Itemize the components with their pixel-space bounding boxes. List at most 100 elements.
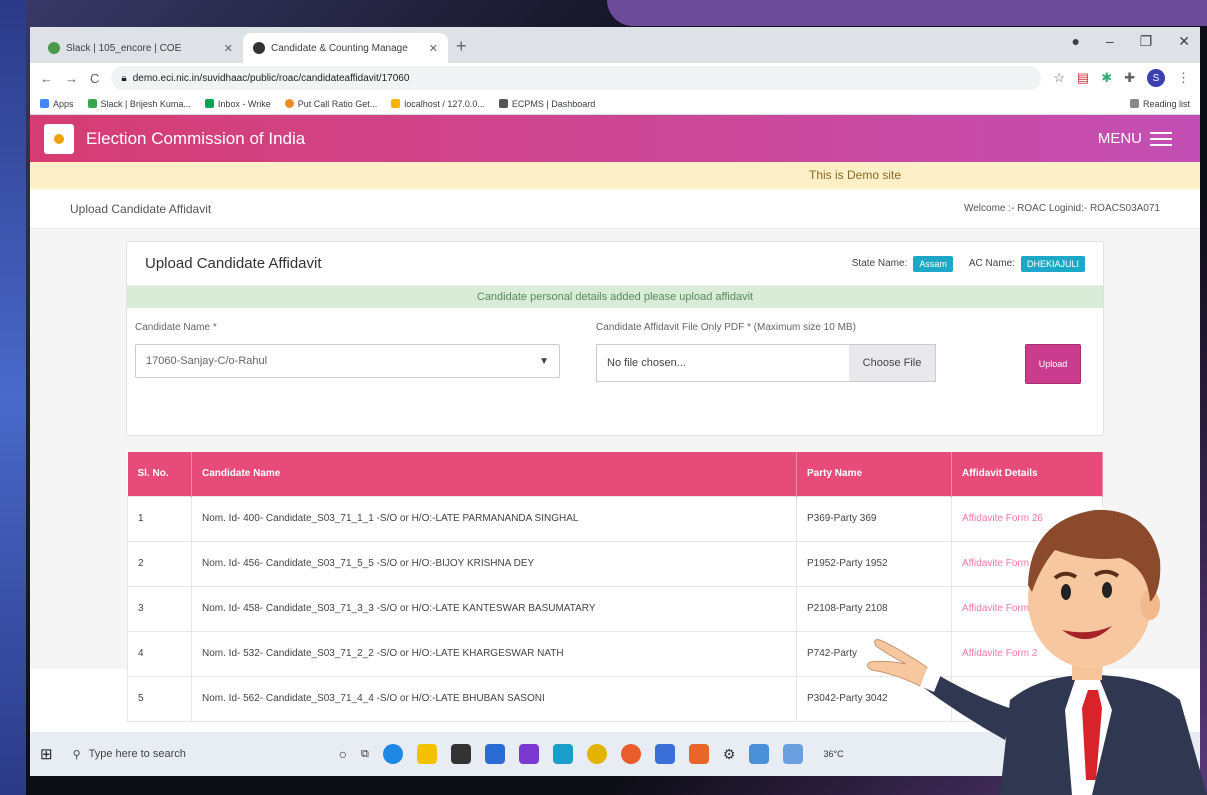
header-candidate-name: Candidate Name [191,452,797,496]
cell-sl-no: 3 [127,585,192,632]
back-icon[interactable]: ← [40,71,53,86]
bookmark-wrike[interactable]: Inbox - Wrike [204,98,271,109]
app-icon[interactable] [783,744,804,764]
slack-icon [87,99,97,108]
tab-candidate-counting[interactable]: Candidate & Counting Manage ✕ [243,33,448,63]
new-tab-icon[interactable]: + [456,36,467,57]
app-icon[interactable] [749,744,770,764]
app-icon[interactable] [688,744,709,764]
ac-label: AC Name: [968,258,1015,269]
maximize-icon[interactable]: ❐ [1140,33,1153,50]
profile-avatar[interactable]: S [1147,69,1165,87]
url-text: demo.eci.nic.in/suvidhaac/public/roac/ca… [132,72,410,84]
card-title: Upload Candidate Affidavit [145,255,322,272]
slack-icon [48,42,60,54]
edge-icon[interactable] [382,744,403,764]
window-controls: ● – ❐ ✕ [1071,33,1190,50]
settings-icon[interactable]: ⚙ [723,746,736,763]
tab-slack[interactable]: Slack | 105_encore | COE ✕ [38,33,243,63]
upload-form: Candidate Name * 17060-Sanjay-C/o-Rahul … [127,308,1103,384]
decorative-top-band [607,0,1207,26]
forward-icon[interactable]: → [65,71,78,86]
extension-icons: ☆ ▤ ✱ ✚ S ⋮ [1053,69,1190,87]
bookmark-localhost[interactable]: localhost / 127.0.0... [391,99,485,109]
bookmark-apps[interactable]: Apps [40,99,74,109]
bookmarks-bar: Apps Slack | Brijesh Kuma... Inbox - Wri… [30,93,1200,115]
record-icon[interactable]: ● [1071,33,1079,50]
cell-candidate-name: Nom. Id- 562- Candidate_S03_71_4_4 -S/O … [191,675,797,722]
reading-list-label: Reading list [1142,98,1190,109]
extension-icon[interactable]: ✱ [1101,70,1112,86]
choose-file-button[interactable]: Choose File [849,345,935,381]
extension-icon[interactable]: ▤ [1077,70,1089,86]
bookmark-slack[interactable]: Slack | Brijesh Kuma... [87,98,191,109]
site-header: Election Commission of India MENU [30,115,1200,162]
bookmark-label: Apps [53,98,74,109]
cell-sl-no: 4 [127,630,192,677]
apps-icon [40,99,49,108]
app-icon[interactable] [654,744,675,764]
state-badge: Assam [913,255,953,272]
cartoon-presenter-illustration [866,509,1207,795]
upload-card: Upload Candidate Affidavit State Name: A… [126,241,1104,436]
bookmark-label: localhost / 127.0.0... [404,98,485,109]
check-icon [204,99,214,108]
reading-list-icon [1129,99,1139,108]
eci-logo[interactable] [44,123,74,154]
windows-start-icon[interactable]: ⊞ [40,745,53,763]
menu-label: MENU [1097,130,1142,147]
bookmark-label: Slack | Brijesh Kuma... [100,98,191,109]
hamburger-icon [1150,131,1172,146]
task-view-icon[interactable]: ⧉ [361,748,369,761]
database-icon [391,99,401,108]
chrome-icon[interactable] [586,744,607,764]
firefox-icon[interactable] [620,744,641,764]
weather-temperature: 36°C [823,749,844,759]
card-header: Upload Candidate Affidavit State Name: A… [127,242,1103,286]
header-sl-no: Sl. No. [127,452,192,496]
chevron-down-icon: ▼ [539,355,549,367]
site-title: Election Commission of India [86,128,306,148]
bookmark-put-call[interactable]: Put Call Ratio Get... [284,99,377,109]
app-icon[interactable] [518,744,539,764]
state-ac-info: State Name: Assam AC Name: DHEKIAJULI [852,255,1085,272]
file-explorer-icon[interactable] [416,744,437,764]
taskbar-search[interactable]: ⚲ Type here to search [67,739,325,769]
cell-candidate-name: Nom. Id- 400- Candidate_S03_71_1_1 -S/O … [191,495,797,542]
url-field[interactable]: 🔒︎ demo.eci.nic.in/suvidhaac/public/roac… [111,66,1042,90]
puzzle-icon[interactable]: ✚ [1124,70,1135,86]
demo-banner: This is Demo site [30,162,1200,189]
candidate-select[interactable]: 17060-Sanjay-C/o-Rahul ▼ [135,344,560,378]
cell-sl-no: 2 [127,540,192,587]
menu-button[interactable]: MENU [1098,130,1172,147]
upload-button[interactable]: Upload [1025,344,1081,384]
cell-sl-no: 1 [127,495,192,542]
page-title: Upload Candidate Affidavit [70,201,212,216]
store-icon[interactable] [450,744,471,764]
kebab-menu-icon[interactable]: ⋮ [1177,70,1190,86]
close-icon[interactable]: ✕ [224,42,233,55]
close-icon[interactable]: ✕ [429,42,438,55]
cortana-icon[interactable]: ○ [339,746,347,762]
close-window-icon[interactable]: ✕ [1178,33,1190,50]
minimize-icon[interactable]: – [1106,33,1114,50]
affidavit-file-input[interactable]: No file chosen... Choose File [596,344,936,382]
tab-title: Slack | 105_encore | COE [66,42,182,54]
cell-candidate-name: Nom. Id- 532- Candidate_S03_71_2_2 -S/O … [191,630,797,677]
app-icon[interactable] [484,744,505,764]
bookmark-ecpms[interactable]: ECPMS | Dashboard [498,99,595,109]
search-placeholder: Type here to search [88,748,186,760]
globe-icon [253,42,265,54]
candidate-label: Candidate Name * [135,322,217,333]
candidate-column: Candidate Name * 17060-Sanjay-C/o-Rahul … [135,322,590,382]
reload-icon[interactable]: C [90,71,99,86]
app-icon[interactable] [552,744,573,764]
document-icon [498,99,508,108]
cell-sl-no: 5 [127,675,192,722]
star-icon[interactable]: ☆ [1053,70,1065,86]
candidate-selected-value: 17060-Sanjay-C/o-Rahul [146,355,268,367]
cell-candidate-name: Nom. Id- 458- Candidate_S03_71_3_3 -S/O … [191,585,797,632]
bookmark-label: Inbox - Wrike [217,98,271,109]
lock-icon: 🔒︎ [121,72,127,84]
reading-list[interactable]: Reading list [1129,98,1190,109]
